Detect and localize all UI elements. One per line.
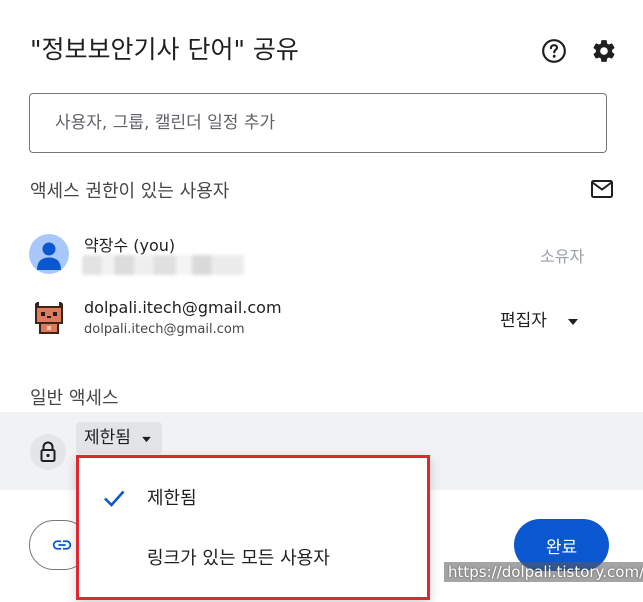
help-circle-icon[interactable] [541, 38, 567, 64]
menu-item-label: 링크가 있는 모든 사용자 [147, 548, 330, 569]
person-name: dolpali.itech@gmail.com [84, 298, 282, 317]
menu-item-label: 제한됨 [147, 488, 197, 509]
menu-item-restricted[interactable]: 제한됨 [79, 470, 427, 526]
dialog-title: "정보보안기사 단어" 공유 [30, 35, 299, 64]
person-name: 약장수 (you) [84, 236, 176, 255]
share-dialog: "정보보안기사 단어" 공유 액세스 권한이 있는 사용자 약장수 (you) … [0, 0, 643, 602]
menu-item-anyone-with-link[interactable]: 링크가 있는 모든 사용자 [79, 530, 427, 586]
add-people-input[interactable] [30, 94, 575, 152]
mail-icon[interactable] [590, 178, 614, 200]
cat-icon [35, 302, 63, 334]
general-access-menu: 제한됨 링크가 있는 모든 사용자 [76, 455, 430, 600]
link-icon [52, 540, 72, 550]
check-icon [104, 490, 125, 507]
general-access-dropdown[interactable]: 제한됨 [76, 422, 162, 454]
caret-down-icon [567, 311, 579, 331]
gear-icon[interactable] [591, 38, 617, 64]
add-people-field[interactable] [29, 93, 607, 153]
role-label: 편집자 [500, 311, 547, 331]
owner-role-label: 소유자 [540, 247, 585, 266]
lock-icon-container [30, 434, 66, 470]
default-person-avatar [29, 234, 69, 274]
caret-down-icon [141, 422, 152, 454]
person-email: dolpali.itech@gmail.com [84, 322, 245, 337]
lock-icon [40, 441, 56, 462]
people-with-access-title: 액세스 권한이 있는 사용자 [30, 181, 230, 202]
general-access-title: 일반 액세스 [30, 388, 119, 409]
pixel-cat-avatar [29, 298, 69, 338]
person-icon [37, 242, 61, 270]
redacted-email [82, 255, 244, 275]
role-dropdown[interactable]: 편집자 [500, 306, 579, 331]
general-access-selected: 제한됨 [84, 428, 131, 448]
watermark-url: https://dolpali.tistory.com/ [444, 562, 643, 582]
